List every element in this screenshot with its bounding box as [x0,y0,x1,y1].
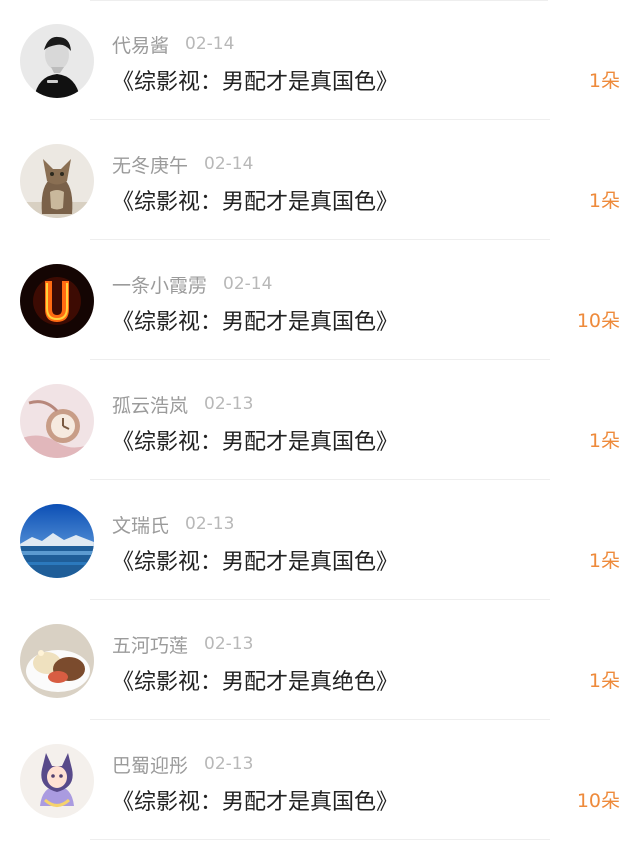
avatar-image [20,264,94,338]
book-title[interactable]: 《综影视：男配才是真国色》 [112,544,398,576]
gift-count: 1朵 [588,190,620,212]
avatar-image [20,744,94,818]
avatar-fire-letter[interactable] [20,264,94,338]
username[interactable]: 代易酱 [112,31,169,58]
list-item[interactable]: 无冬庚午 02-14 《综影视：男配才是真国色》 1朵 [0,120,640,240]
book-title[interactable]: 《综影视：男配才是真国色》 [112,64,398,96]
row-divider [90,839,550,840]
avatar-image [20,624,94,698]
list-item[interactable]: 孤云浩岚 02-13 《综影视：男配才是真国色》 1朵 [0,360,640,480]
list-item[interactable]: 文瑞氏 02-13 《综影视：男配才是真国色》 1朵 [0,480,640,600]
gift-count: 1朵 [588,70,620,92]
gift-count: 1朵 [588,550,620,572]
username[interactable]: 无冬庚午 [112,151,188,178]
username[interactable]: 孤云浩岚 [112,391,188,418]
list-item[interactable]: 一条小霞雳 02-14 《综影视：男配才是真国色》 10朵 [0,240,640,360]
gift-count: 1朵 [588,670,620,692]
avatar-food-plate[interactable] [20,624,94,698]
book-title[interactable]: 《综影视：男配才是真国色》 [112,784,398,816]
gift-count: 10朵 [576,790,620,812]
date-label: 02-14 [223,274,273,294]
avatar-landscape[interactable] [20,504,94,578]
avatar-man-portrait[interactable] [20,24,94,98]
date-label: 02-13 [204,754,254,774]
avatar-image [20,24,94,98]
list-item[interactable]: 五河巧莲 02-13 《综影视：男配才是真绝色》 1朵 [0,600,640,720]
gift-count: 1朵 [588,430,620,452]
username[interactable]: 巴蜀迎彤 [112,751,188,778]
gift-count: 10朵 [576,310,620,332]
book-title[interactable]: 《综影视：男配才是真国色》 [112,184,398,216]
book-title[interactable]: 《综影视：男配才是真绝色》 [112,664,398,696]
book-title[interactable]: 《综影视：男配才是真国色》 [112,424,398,456]
avatar-image [20,384,94,458]
date-label: 02-14 [204,154,254,174]
avatar-pocket-watch[interactable] [20,384,94,458]
avatar-image [20,144,94,218]
username[interactable]: 五河巧莲 [112,631,188,658]
list-item[interactable]: 巴蜀迎彤 02-13 《综影视：男配才是真国色》 10朵 [0,720,640,840]
date-label: 02-13 [204,634,254,654]
avatar-image [20,504,94,578]
avatar-anime-cat-girl[interactable] [20,744,94,818]
avatar-cat[interactable] [20,144,94,218]
list-item[interactable]: 代易酱 02-14 《综影视：男配才是真国色》 1朵 [0,0,640,120]
date-label: 02-13 [204,394,254,414]
date-label: 02-13 [185,514,235,534]
username[interactable]: 一条小霞雳 [112,271,207,298]
book-title[interactable]: 《综影视：男配才是真国色》 [112,304,398,336]
username[interactable]: 文瑞氏 [112,511,169,538]
date-label: 02-14 [185,34,235,54]
